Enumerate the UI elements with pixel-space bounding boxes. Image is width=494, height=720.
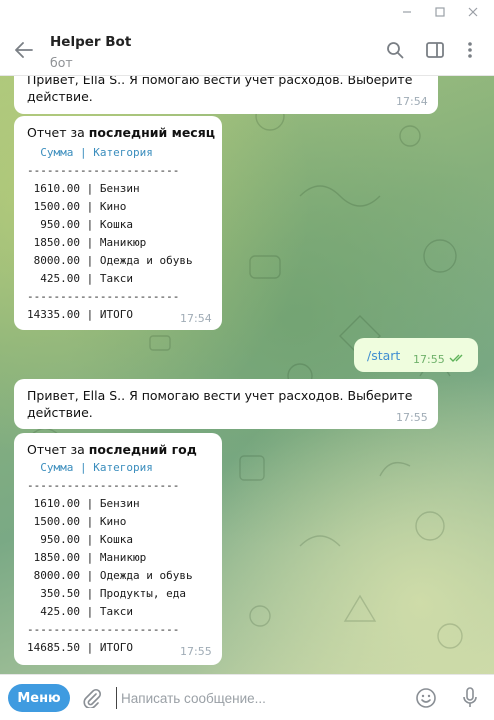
report-title: Отчет за последний месяц [27,125,215,140]
message-input[interactable] [116,687,396,709]
message-time: 17:55 [413,353,445,366]
report-row: 8000.00 | Одежда и обувь [27,254,193,267]
message-text-line: Привет, Ella S.. Я помогаю вести учет ра… [27,76,413,87]
report-row: 1500.00 | Кино [27,515,127,528]
back-arrow-icon[interactable] [10,36,38,64]
emoji-icon[interactable] [414,686,438,710]
bot-menu-button[interactable]: Меню [8,684,70,712]
report-row: 425.00 | Такси [27,272,133,285]
message-text-line: действие. [27,405,93,420]
chat-title[interactable]: Helper Bot [50,34,131,50]
more-vertical-icon[interactable] [458,38,482,62]
report-row: 950.00 | Кошка [27,218,133,231]
user-message-start[interactable]: /start 17:55 [354,338,478,372]
report-table-header: Сумма | Категория [27,461,153,474]
report-row: 950.00 | Кошка [27,533,133,546]
bot-message-report-year[interactable]: Отчет за последний год Сумма | Категория… [14,433,222,665]
report-row: 1500.00 | Кино [27,200,127,213]
report-row: 425.00 | Такси [27,605,133,618]
side-panel-icon[interactable] [423,38,447,62]
report-separator: ----------------------- [27,290,180,303]
message-time: 17:55 [396,411,428,424]
maximize-icon[interactable] [423,0,457,24]
search-icon[interactable] [383,38,407,62]
report-row: 1850.00 | Маникюр [27,551,147,564]
paperclip-icon[interactable] [80,686,104,710]
report-separator: ----------------------- [27,623,180,636]
message-composer: Меню [0,674,494,720]
chat-messages-area[interactable]: Привет, Ella S.. Я помогаю вести учет ра… [0,76,494,674]
window-titlebar [0,0,494,24]
command-link[interactable]: /start [367,348,400,363]
report-row: 1610.00 | Бензин [27,497,140,510]
report-row: 350.50 | Продукты, еда [27,587,186,600]
report-total: 14685.50 | ИТОГО [27,641,133,654]
chat-subtitle: бот [50,55,73,70]
microphone-icon[interactable] [458,686,482,710]
report-row: 1610.00 | Бензин [27,182,140,195]
report-total: 14335.00 | ИТОГО [27,308,133,321]
chat-header: Helper Bot бот [0,24,494,76]
bot-message-report-month[interactable]: Отчет за последний месяц Сумма | Категор… [14,116,222,330]
report-separator: ----------------------- [27,164,180,177]
report-title: Отчет за последний год [27,442,197,457]
close-icon[interactable] [456,0,490,24]
report-row: 8000.00 | Одежда и обувь [27,569,193,582]
report-separator: ----------------------- [27,479,180,492]
message-text-line: действие. [27,89,93,104]
minimize-icon[interactable] [390,0,424,24]
bot-message-greeting[interactable]: Привет, Ella S.. Я помогаю вести учет ра… [14,76,438,114]
message-time: 17:54 [396,95,428,108]
double-check-icon [449,351,467,366]
message-text-line: Привет, Ella S.. Я помогаю вести учет ра… [27,388,413,403]
message-time: 17:55 [180,645,212,658]
bot-message-greeting[interactable]: Привет, Ella S.. Я помогаю вести учет ра… [14,379,438,429]
message-time: 17:54 [180,312,212,325]
report-row: 1850.00 | Маникюр [27,236,147,249]
report-table-header: Сумма | Категория [27,146,153,159]
